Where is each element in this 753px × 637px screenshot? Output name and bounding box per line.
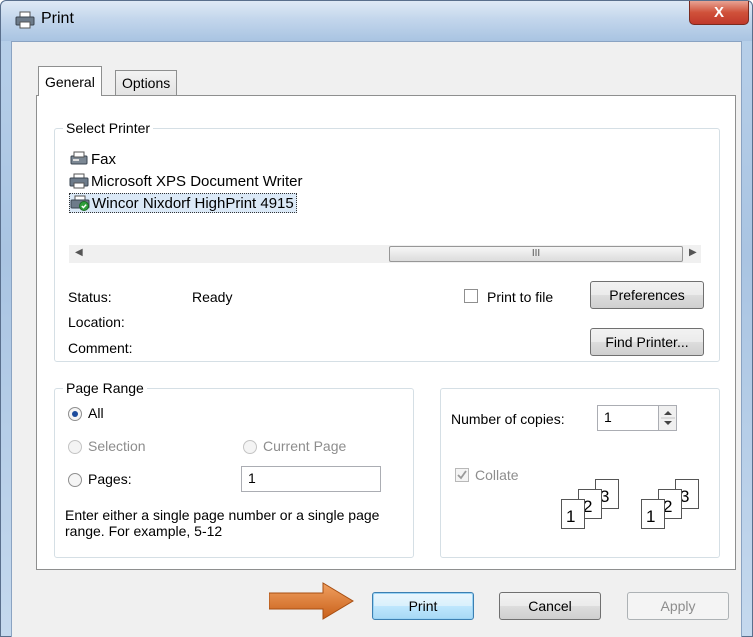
location-label: Location: bbox=[68, 314, 125, 330]
page-range-hint: Enter either a single page number or a s… bbox=[65, 507, 380, 539]
tab-options-label: Options bbox=[122, 75, 171, 91]
general-tab-panel: Select Printer Fax Microsoft XPS Documen… bbox=[36, 95, 736, 570]
default-printer-icon bbox=[70, 195, 90, 211]
apply-button[interactable]: Apply bbox=[627, 592, 729, 620]
apply-button-label: Apply bbox=[660, 598, 696, 614]
pages-radio[interactable] bbox=[68, 473, 82, 487]
print-to-file-label[interactable]: Print to file bbox=[487, 289, 553, 305]
copies-spinner[interactable] bbox=[658, 406, 676, 430]
scroll-right-icon[interactable]: ▶ bbox=[689, 247, 697, 258]
printer-item-label: Microsoft XPS Document Writer bbox=[91, 172, 303, 190]
print-button-label: Print bbox=[408, 598, 438, 614]
collate-checkbox[interactable] bbox=[455, 468, 469, 482]
tab-general[interactable]: General bbox=[38, 66, 102, 96]
checkmark-icon bbox=[457, 470, 467, 480]
dialog-client-area: General Options Select Printer Fax Micro… bbox=[11, 41, 742, 637]
all-radio-label[interactable]: All bbox=[88, 405, 104, 421]
close-icon: X bbox=[713, 4, 724, 21]
current-page-radio[interactable] bbox=[243, 440, 257, 454]
scroll-left-icon[interactable]: ◀ bbox=[75, 247, 83, 258]
selection-radio-label[interactable]: Selection bbox=[88, 438, 146, 454]
select-printer-group: Select Printer Fax Microsoft XPS Documen… bbox=[54, 120, 720, 362]
cancel-button[interactable]: Cancel bbox=[499, 592, 601, 620]
select-printer-group-label: Select Printer bbox=[63, 120, 154, 136]
number-of-copies-label: Number of copies: bbox=[451, 411, 565, 427]
printer-item-label: Wincor Nixdorf HighPrint 4915 bbox=[92, 194, 294, 212]
print-dialog-window: Print X General Options Select Printer F… bbox=[0, 0, 753, 637]
status-value: Ready bbox=[192, 289, 233, 305]
selection-radio[interactable] bbox=[68, 440, 82, 454]
pages-radio-label[interactable]: Pages: bbox=[88, 471, 132, 487]
scrollbar-thumb[interactable]: III bbox=[389, 246, 683, 262]
title-bar[interactable]: Print X bbox=[1, 1, 752, 41]
spinner-arrows-icon[interactable] bbox=[659, 406, 677, 430]
find-printer-button-label: Find Printer... bbox=[605, 334, 689, 350]
printer-list-scrollbar[interactable]: ◀ III ▶ bbox=[69, 245, 701, 263]
pages-input[interactable]: 1 bbox=[241, 466, 381, 492]
page-range-group: Page Range All Selection Current Page Pa… bbox=[54, 380, 414, 558]
arrow-pointer-icon bbox=[269, 582, 354, 620]
find-printer-button[interactable]: Find Printer... bbox=[590, 328, 704, 356]
comment-label: Comment: bbox=[68, 340, 133, 356]
printer-item-fax[interactable]: Fax bbox=[69, 149, 116, 169]
tab-options[interactable]: Options bbox=[115, 70, 178, 96]
fax-printer-icon bbox=[70, 151, 88, 165]
tab-general-label: General bbox=[45, 73, 95, 90]
collate-page: 1 bbox=[561, 499, 585, 529]
window-title: Print bbox=[41, 10, 74, 27]
printer-item-xps[interactable]: Microsoft XPS Document Writer bbox=[69, 171, 302, 191]
number-of-copies-value: 1 bbox=[604, 409, 612, 425]
page-range-group-label: Page Range bbox=[63, 380, 147, 396]
pages-input-value: 1 bbox=[248, 470, 256, 486]
print-to-file-checkbox[interactable] bbox=[464, 289, 478, 303]
collate-label[interactable]: Collate bbox=[475, 467, 519, 483]
printer-item-label: Fax bbox=[91, 150, 117, 168]
status-label: Status: bbox=[68, 289, 112, 305]
preferences-button-label: Preferences bbox=[609, 287, 685, 303]
printer-icon bbox=[15, 11, 35, 29]
cancel-button-label: Cancel bbox=[528, 598, 572, 614]
close-button[interactable]: X bbox=[689, 1, 749, 25]
copies-group: Number of copies: 1 Collate 3 2 1 3 2 1 bbox=[440, 388, 720, 558]
collate-page: 1 bbox=[641, 499, 665, 529]
printer-item-wincor[interactable]: Wincor Nixdorf HighPrint 4915 bbox=[69, 193, 297, 213]
printer-icon bbox=[69, 173, 89, 189]
all-radio[interactable] bbox=[68, 407, 82, 421]
number-of-copies-input[interactable]: 1 bbox=[597, 405, 677, 431]
print-button[interactable]: Print bbox=[372, 592, 474, 620]
scrollbar-grip: III bbox=[531, 248, 541, 259]
preferences-button[interactable]: Preferences bbox=[590, 281, 704, 309]
current-page-radio-label[interactable]: Current Page bbox=[263, 438, 346, 454]
